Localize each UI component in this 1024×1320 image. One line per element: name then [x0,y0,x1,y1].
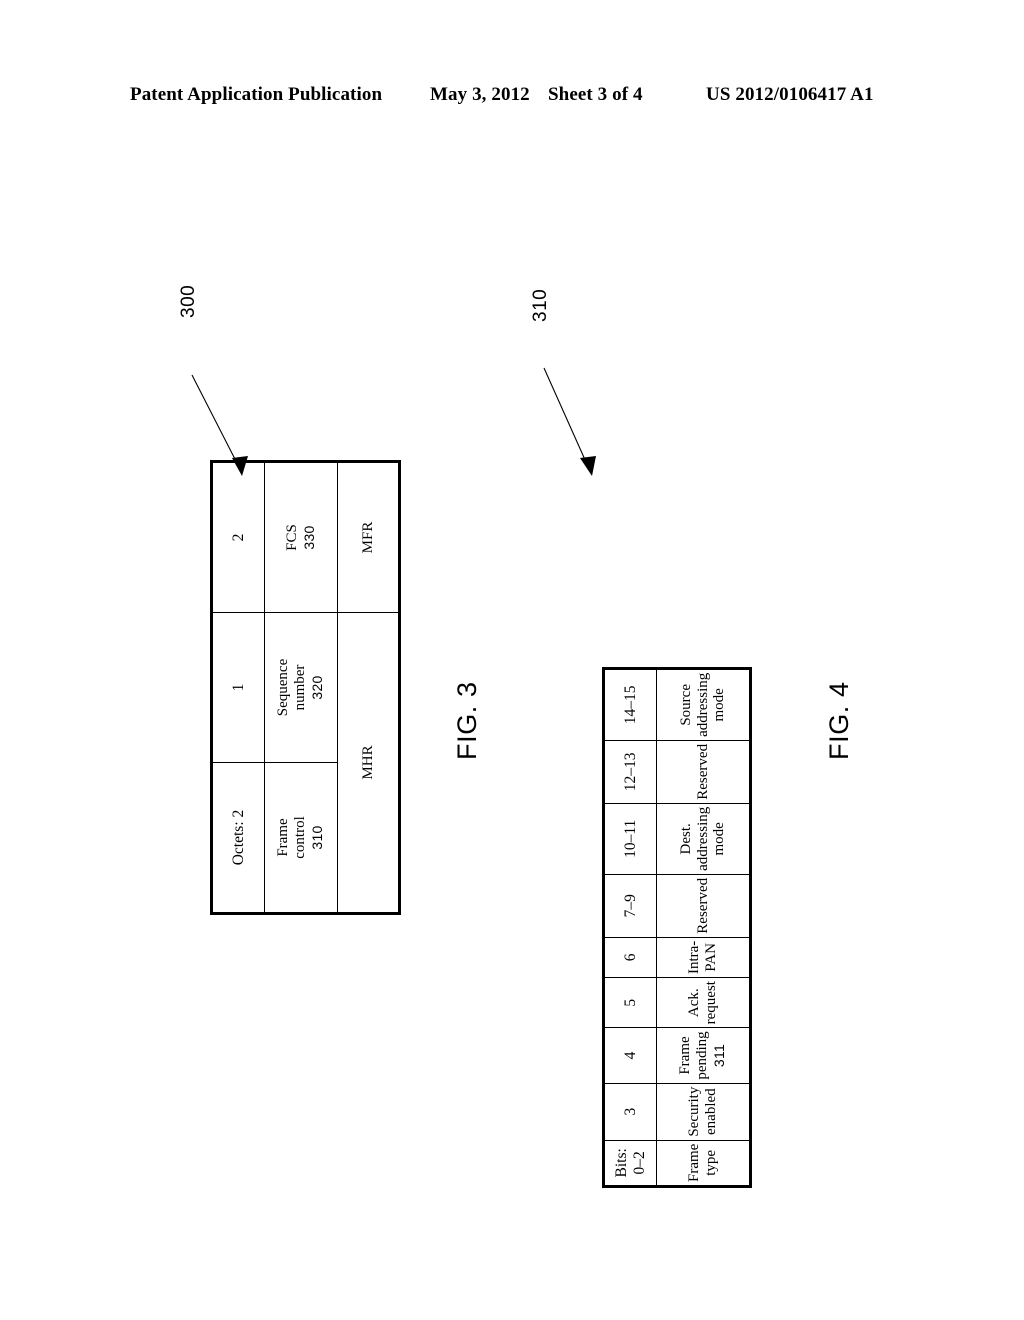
header-date-text: May 3, 2012 [430,84,530,105]
field-reference-numeral: 320 [309,675,326,700]
field-reference-numeral: 311 [711,1043,728,1068]
size-label-cell: 5 [603,977,657,1028]
field-reference-numeral: 330 [300,525,317,550]
header-publication-text: Patent Application Publication [130,84,383,105]
field-name-text: Security enabled [686,1086,719,1137]
field-label-cell: Sequence number 320 [264,612,338,763]
figure-3-frame-format-table: Octets: 2 1 2 Frame control 310 Sequence number… [210,460,401,915]
field-label-cell: Ack. request [656,977,751,1028]
field-reference-numeral: 310 [309,825,326,850]
size-label-cell: 14–15 [603,668,657,741]
figure-3-caption: FIG. 3 [452,681,482,760]
figure-4-leader-arrow [543,367,596,476]
figure-4-table-container: Bits: 0–2 3 4 5 6 7–9 10–11 12–13 14–15 Frame type… [602,666,752,1188]
size-label-cell: 3 [603,1083,657,1141]
group-label-cell: MHR [337,612,400,914]
table-row: Octets: 212 [211,461,265,914]
table-row: Frame type Security enabled Frame pending 311 A… [656,668,751,1187]
size-label-cell: 4 [603,1027,657,1084]
size-label-cell: Bits: 0–2 [603,1140,657,1187]
field-label-cell: Intra- PAN [656,937,751,978]
size-label-cell: 6 [603,937,657,978]
table-row: Frame control 310 Sequence number 320 FCS 330 [264,461,338,914]
figure-4-caption: FIG. 4 [824,681,854,760]
header-document-id-text: US 2012/0106417 A1 [706,84,874,105]
figure-4-reference-callout: 310 [522,289,632,490]
field-label-cell: Dest. addressing mode [656,803,751,875]
field-label-cell: Frame pending 311 [656,1027,751,1084]
field-name-text: Intra- PAN [686,940,719,975]
figure-4-frame-control-bits-table: Bits: 0–2 3 4 5 6 7–9 10–11 12–13 14–15 Frame type… [602,666,752,1188]
size-label-cell: 12–13 [603,740,657,804]
field-name-text: Frame pending [677,1031,711,1080]
field-label-cell: Reserved [656,740,751,804]
size-label-cell: 1 [211,612,265,763]
field-label-cell: Reserved [656,874,751,938]
size-label-cell: 10–11 [603,803,657,875]
field-label-cell: Security enabled [656,1083,751,1141]
field-name-text: Reserved [694,877,711,934]
field-name-text: Frame type [686,1143,719,1182]
field-name-text: Source addressing mode [677,672,728,737]
field-label-cell: Source addressing mode [656,668,751,741]
field-name-text: FCS [283,524,300,551]
field-name-text: Reserved [694,743,711,800]
group-label-cell: MFR [337,461,400,613]
table-row: MHR MFR [337,461,400,914]
field-name-text: Frame control [275,816,309,859]
field-label-cell: Frame type [656,1140,751,1187]
field-name-text: Ack. request [686,981,719,1025]
page-header: Patent Application Publication May 3, 20… [0,84,1024,110]
figure-3-table-container: Octets: 2 1 2 Frame control 310 Sequence number… [210,460,401,915]
field-name-text: Dest. addressing mode [677,806,728,871]
field-label-cell: Frame control 310 [264,762,338,914]
table-row: Bits: 0–2 3 4 5 6 7–9 10–11 12–13 14–15 [603,668,657,1187]
size-label-cell: Octets: 2 [211,762,265,914]
figure-3-leader-arrow [191,374,248,476]
header-sheet-text: Sheet 3 of 4 [548,84,643,105]
figure-3-reference-callout: 300 [170,285,290,490]
field-name-text: Sequence number [275,658,309,717]
size-label-cell: 7–9 [603,874,657,938]
